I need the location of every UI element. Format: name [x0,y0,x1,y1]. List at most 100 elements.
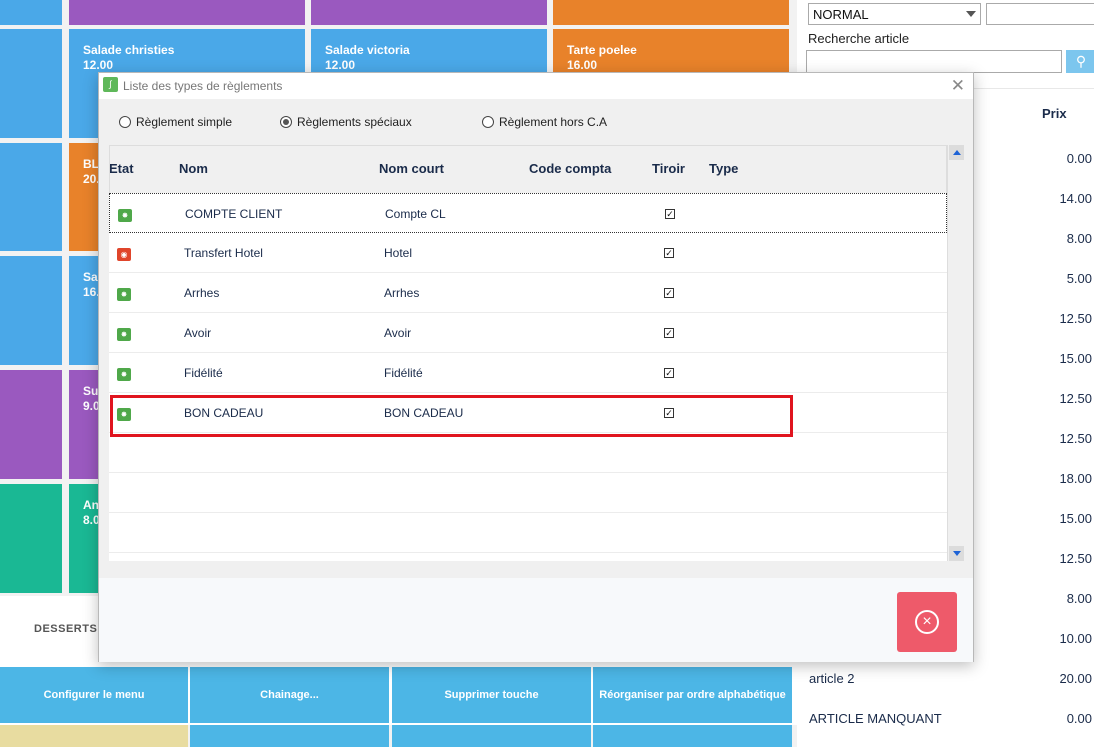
table-row-empty[interactable] [109,513,947,553]
radio-reglement-simple[interactable]: Règlement simple [119,115,232,129]
table-scrollbar[interactable] [947,145,964,561]
radio-indicator[interactable] [280,116,292,128]
article-price: 15.00 [1059,351,1092,366]
article-price: 0.00 [1066,151,1092,166]
article-price: 15.00 [1059,511,1092,526]
article-name[interactable]: ARTICLE MANQUANT [809,711,942,726]
table-row-empty[interactable] [109,473,947,513]
table-row[interactable]: ✸ Avoir Avoir ✓ [109,313,947,353]
price-column-header: Prix [1042,106,1067,121]
article-price: 12.50 [1059,391,1092,406]
dialog-title: Liste des types de règlements [123,79,283,93]
tiroir-checkbox[interactable]: ✓ [664,248,674,258]
article-price: 12.50 [1059,311,1092,326]
reorder-alpha-button[interactable]: Réorganiser par ordre alphabétique [593,667,792,723]
tile-price: 16.00 [567,58,598,72]
article-price: 20.00 [1059,671,1092,686]
cell-nom: Avoir [184,326,212,340]
radio-reglement-hors-ca[interactable]: Règlement hors C.A [482,115,607,129]
bottom-button-lower[interactable] [392,725,591,747]
cell-nom: Transfert Hotel [184,246,263,260]
menu-tile[interactable] [0,484,62,593]
menu-tile[interactable] [0,29,62,138]
menu-tile[interactable] [0,143,62,251]
cell-nom-court: Hotel [384,246,413,260]
radio-reglements-speciaux[interactable]: Règlements spéciaux [280,115,412,129]
dialog-footer: × [99,578,973,662]
radio-label: Règlement hors C.A [499,115,608,129]
highlight-annotation [110,395,793,437]
cell-nom: COMPTE CLIENT [185,207,283,221]
menu-tile[interactable] [69,0,305,25]
bottom-button-lower[interactable] [190,725,389,747]
tiroir-checkbox[interactable]: ✓ [664,288,674,298]
chevron-down-icon [966,11,976,17]
tile-name: Salade christies [83,43,175,57]
close-circle-icon: × [915,610,939,634]
table-row[interactable]: ✸ Arrhes Arrhes ✓ [109,273,947,313]
arrow-up-icon [952,150,961,155]
article-price: 5.00 [1066,271,1092,286]
payment-types-dialog: ∫ Liste des types de règlements ✕ Règlem… [98,72,974,662]
menu-tile[interactable] [0,370,62,479]
mode-select[interactable]: NORMAL [808,3,981,25]
delete-key-button[interactable]: Supprimer touche [392,667,591,723]
radio-label: Règlement simple [136,115,233,129]
cell-nom-court: Avoir [384,326,412,340]
cell-nom: Fidélité [184,366,223,380]
arrow-down-icon [952,551,961,556]
search-label: Recherche article [808,31,910,46]
search-input[interactable] [806,50,1062,73]
dialog-titlebar[interactable]: ∫ Liste des types de règlements ✕ [99,73,973,99]
article-price: 0.00 [1066,711,1092,726]
table-row[interactable]: ✸ COMPTE CLIENT Compte CL ✓ [109,193,947,233]
menu-tile[interactable] [0,256,62,365]
menu-tile[interactable] [0,0,62,25]
category-desserts[interactable]: DESSERTS [34,623,97,635]
article-price: 8.00 [1066,231,1092,246]
cell-nom: Arrhes [184,286,220,300]
tiroir-checkbox[interactable]: ✓ [664,328,674,338]
inactive-state-icon: ◉ [117,248,131,261]
tile-name: Tarte poelee [567,43,637,57]
radio-label: Règlements spéciaux [297,115,412,129]
tiroir-checkbox[interactable]: ✓ [664,368,674,378]
tile-price: 12.00 [83,58,114,72]
article-price: 18.00 [1059,471,1092,486]
active-state-icon: ✸ [117,368,131,381]
configure-menu-button[interactable]: Configurer le menu [0,667,188,723]
radio-indicator[interactable] [482,116,494,128]
active-state-icon: ✸ [117,328,131,341]
bottom-button-lower[interactable] [0,725,188,747]
scroll-down-button[interactable] [949,546,964,561]
payment-types-table: ✸ COMPTE CLIENT Compte CL ✓ ◉ Transfert … [109,193,947,561]
active-state-icon: ✸ [118,209,132,222]
app-icon: ∫ [103,77,118,92]
radio-indicator[interactable] [119,116,131,128]
tiroir-checkbox[interactable]: ✓ [665,209,675,219]
cell-nom-court: Arrhes [384,286,420,300]
article-name[interactable]: article 2 [809,671,855,686]
active-state-icon: ✸ [117,288,131,301]
article-price: 10.00 [1059,631,1092,646]
scroll-up-button[interactable] [949,145,964,160]
menu-tile[interactable] [311,0,547,25]
table-row[interactable]: ◉ Transfert Hotel Hotel ✓ [109,233,947,273]
article-price: 14.00 [1059,191,1092,206]
menu-tile[interactable] [553,0,789,25]
search-button[interactable]: ⚲ [1066,50,1094,73]
table-row-empty[interactable] [109,433,947,473]
table-row[interactable]: ✸ Fidélité Fidélité ✓ [109,353,947,393]
bottom-button-lower[interactable] [593,725,792,747]
tile-price: 12.00 [325,58,356,72]
search-icon: ⚲ [1075,53,1087,69]
cell-nom-court: Compte CL [385,207,446,221]
article-price: 8.00 [1066,591,1092,606]
chainage-button[interactable]: Chainage... [190,667,389,723]
tile-name: Salade victoria [325,43,410,57]
cell-nom-court: Fidélité [384,366,423,380]
cancel-button[interactable]: × [897,592,957,652]
secondary-input[interactable] [986,3,1094,25]
article-price: 12.50 [1059,551,1092,566]
close-icon[interactable]: ✕ [951,76,965,96]
